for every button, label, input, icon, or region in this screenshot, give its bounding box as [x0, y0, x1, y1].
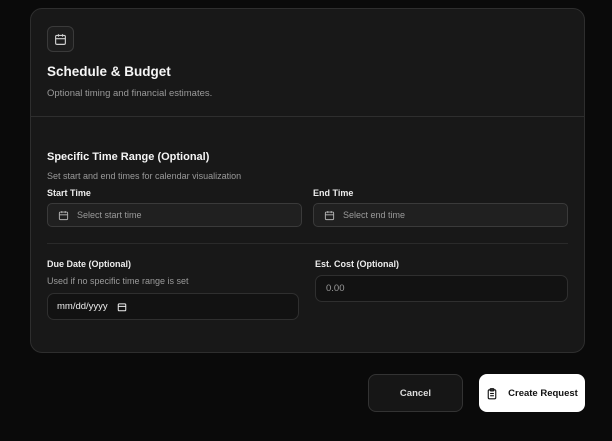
calendar-icon[interactable]: [117, 302, 127, 312]
card-title: Schedule & Budget: [47, 64, 171, 79]
cancel-label: Cancel: [399, 387, 432, 399]
card-header: Schedule & Budget Optional timing and fi…: [31, 9, 584, 117]
calendar-icon: [324, 210, 335, 221]
start-time-label: Start Time: [47, 188, 91, 198]
create-request-button[interactable]: Create Request: [479, 374, 585, 412]
end-time-label: End Time: [313, 188, 354, 198]
section-divider: [47, 243, 568, 244]
cost-input[interactable]: 0.00: [315, 275, 568, 302]
due-date-label: Due Date (Optional): [47, 259, 132, 269]
card-subtitle: Optional timing and financial estimates.: [47, 88, 213, 99]
due-date-input[interactable]: mm/dd/yyyy: [47, 293, 299, 320]
time-range-title: Specific Time Range (Optional): [47, 151, 210, 163]
cancel-button[interactable]: Cancel: [368, 374, 463, 412]
end-time-placeholder: Select end time: [343, 210, 406, 220]
end-time-picker[interactable]: Select end time: [313, 203, 568, 227]
time-range-description: Set start and end times for calendar vis…: [47, 171, 242, 181]
clipboard-icon: [486, 387, 498, 400]
header-divider: [31, 116, 584, 117]
cost-label: Est. Cost (Optional): [315, 259, 399, 269]
due-date-hint: Used if no specific time range is set: [47, 276, 189, 286]
calendar-icon: [47, 26, 74, 52]
start-time-picker[interactable]: Select start time: [47, 203, 302, 227]
start-time-placeholder: Select start time: [77, 210, 142, 220]
calendar-icon: [58, 210, 69, 221]
due-date-value: mm/dd/yyyy: [57, 301, 108, 312]
cost-placeholder: 0.00: [326, 283, 345, 294]
create-request-label: Create Request: [508, 387, 578, 399]
